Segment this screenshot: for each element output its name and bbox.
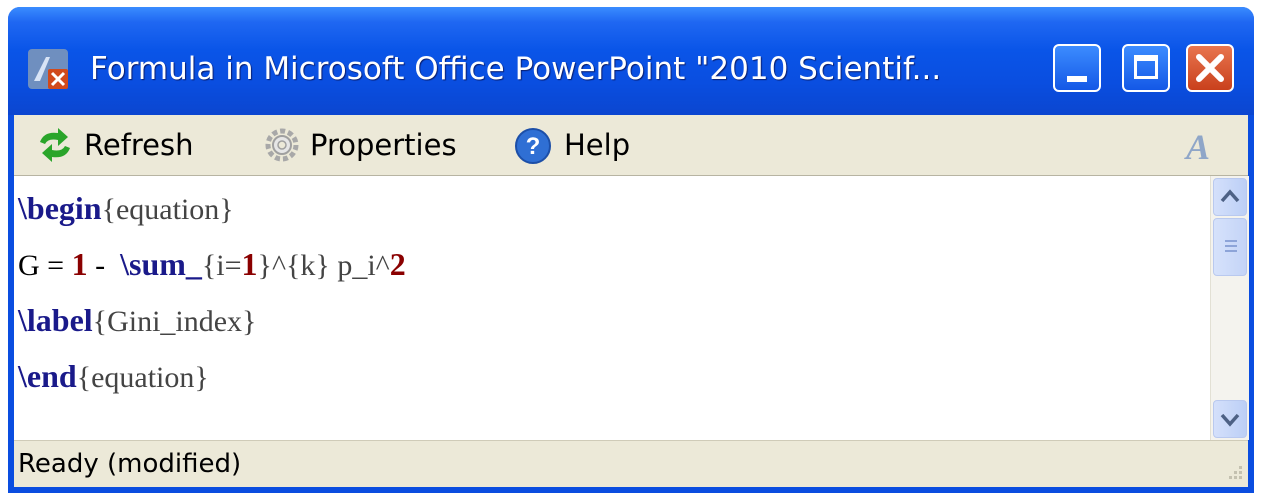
properties-label: Properties — [310, 128, 457, 162]
vertical-scrollbar[interactable] — [1210, 176, 1249, 440]
maximize-button[interactable] — [1122, 44, 1170, 92]
minimize-button[interactable] — [1053, 44, 1101, 92]
chevron-up-icon — [1220, 189, 1240, 203]
code-text: {equation} — [101, 193, 234, 226]
keyword: \end — [18, 358, 77, 394]
title-bar[interactable]: Formula in Microsoft Office PowerPoint "… — [8, 7, 1254, 115]
keyword: \begin — [18, 190, 102, 226]
status-bar: Ready (modified) — [14, 440, 1248, 487]
code-area[interactable]: \begin{equation} G = 1 - \sum_{i=1}^{k} … — [18, 180, 1198, 404]
code-text: G = — [18, 249, 72, 282]
window-title: Formula in Microsoft Office PowerPoint "… — [90, 51, 942, 87]
code-line: G = 1 - \sum_{i=1}^{k} p_i^2 — [18, 236, 1198, 292]
client-area: Refresh Properties ? Help A \begin{equat… — [14, 115, 1249, 487]
code-text: {equation} — [76, 361, 209, 394]
code-line: \begin{equation} — [18, 180, 1198, 236]
close-button[interactable] — [1186, 44, 1234, 92]
minimize-icon — [1067, 76, 1087, 82]
grip-line — [1225, 250, 1237, 252]
scroll-down-button[interactable] — [1213, 400, 1247, 438]
scroll-up-button[interactable] — [1213, 178, 1247, 216]
resize-grip-icon[interactable] — [1222, 461, 1244, 483]
code-line: \label{Gini_index} — [18, 292, 1198, 348]
app-icon — [28, 49, 68, 89]
svg-text:A: A — [1184, 127, 1210, 167]
refresh-label: Refresh — [84, 128, 194, 162]
maximize-icon — [1134, 55, 1158, 79]
number: 2 — [389, 246, 406, 282]
close-icon — [1196, 54, 1224, 82]
svg-text:?: ? — [526, 133, 541, 160]
code-text: - — [87, 249, 121, 282]
help-label: Help — [564, 128, 631, 162]
help-icon: ? — [515, 128, 551, 164]
code-line: \end{equation} — [18, 348, 1198, 404]
keyword: \label — [18, 302, 93, 338]
properties-button[interactable]: Properties — [264, 121, 494, 169]
code-text: {i= — [201, 249, 242, 282]
code-text: {Gini_index} — [92, 305, 257, 338]
font-icon[interactable]: A — [1176, 123, 1220, 167]
code-text: }^{k} p_i^ — [257, 249, 390, 282]
number: 1 — [71, 246, 88, 282]
refresh-button[interactable]: Refresh — [36, 121, 236, 169]
grip-line — [1225, 240, 1237, 242]
keyword: \sum_ — [120, 246, 202, 282]
formula-editor[interactable]: \begin{equation} G = 1 - \sum_{i=1}^{k} … — [14, 175, 1249, 440]
toolbar: Refresh Properties ? Help A — [14, 115, 1248, 176]
help-button[interactable]: ? Help — [514, 121, 654, 169]
scroll-thumb[interactable] — [1213, 218, 1247, 276]
grip-line — [1225, 245, 1237, 247]
chevron-down-icon — [1220, 413, 1240, 427]
formula-window: Formula in Microsoft Office PowerPoint "… — [8, 7, 1254, 493]
status-text: Ready (modified) — [18, 449, 242, 479]
number: 1 — [241, 246, 258, 282]
gear-icon — [265, 128, 299, 162]
refresh-icon — [40, 128, 70, 162]
